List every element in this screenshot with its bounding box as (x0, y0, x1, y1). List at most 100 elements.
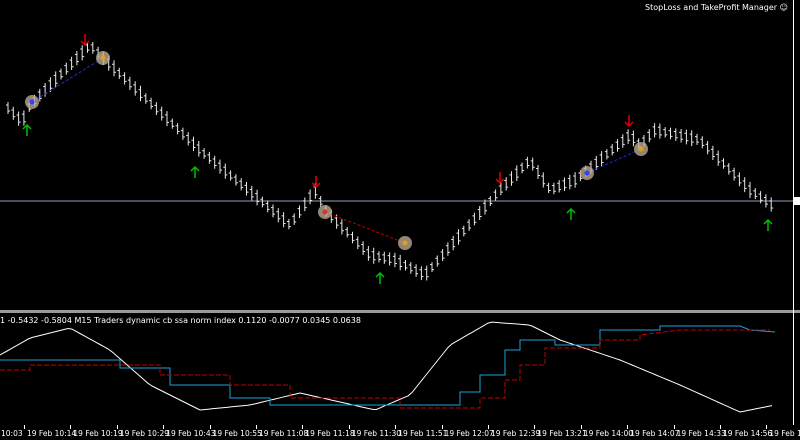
time-label: 19 Feb 14:07 (630, 429, 680, 438)
ohlc-bar (562, 177, 567, 191)
ohlc-bar (615, 139, 620, 152)
time-label: 19 Feb 12:07 (444, 429, 494, 438)
ohlc-bar (695, 133, 699, 145)
ohlc-bar (271, 204, 275, 218)
indicator-pane[interactable] (0, 313, 800, 425)
time-label: 19 Feb 11:51 (398, 429, 448, 438)
sell-arrow-icon (311, 176, 321, 189)
ohlc-bar (207, 151, 212, 164)
ohlc-bar (419, 266, 424, 281)
ohlc-bar (64, 62, 69, 75)
buy-arrow-icon (763, 218, 773, 231)
ohlc-bar (308, 189, 313, 205)
smiley-icon: ☺ (779, 3, 788, 12)
ohlc-bar (233, 174, 238, 186)
trade-marker-dot (322, 209, 328, 215)
ohlc-bar (726, 163, 731, 175)
ohlc-bar (414, 264, 419, 277)
ohlc-bar (536, 165, 540, 179)
buy-arrow-icon (566, 207, 576, 220)
time-label: 19 Feb 13:21 (537, 429, 587, 438)
ohlc-bar (551, 182, 556, 195)
ohlc-bar (679, 128, 684, 143)
ohlc-bar (16, 111, 21, 126)
indicator-header: 1 -0.5432 -0.5804 M15 Traders dynamic cb… (0, 316, 361, 325)
ohlc-bar (202, 148, 207, 159)
ohlc-bar (302, 197, 307, 212)
time-tick (116, 425, 118, 429)
ohlc-bar (721, 158, 726, 169)
time-label: 10:03 (1, 429, 23, 438)
time-label: 19 Feb 11:18 (305, 429, 355, 438)
time-tick (441, 425, 443, 429)
ohlc-bar (21, 110, 26, 126)
ohlc-bar (509, 171, 514, 186)
time-label: 19 Feb 11:30 (351, 429, 402, 438)
ohlc-bar (689, 130, 694, 147)
ohlc-bar (212, 155, 217, 169)
price-chart[interactable] (0, 0, 800, 310)
ohlc-bar (483, 199, 487, 215)
time-label: 19 Feb 12:39 (491, 429, 541, 438)
time-tick (720, 425, 721, 429)
trade-marker-dot (402, 240, 408, 246)
ohlc-bar (292, 213, 297, 225)
trade-marker-dot (638, 146, 644, 152)
ohlc-bar (260, 196, 265, 208)
ohlc-bar (440, 248, 445, 262)
ohlc-bar (286, 218, 291, 230)
time-tick (209, 425, 211, 429)
ohlc-bar (377, 251, 381, 263)
ohlc-bar (361, 241, 366, 255)
ohlc-bar (573, 172, 578, 188)
trade-marker-dot (584, 170, 590, 176)
ohlc-bar (435, 255, 440, 267)
ohlc-bar (59, 68, 63, 80)
time-tick (627, 425, 629, 429)
ohlc-bar (737, 172, 742, 187)
sell-arrow-icon (624, 115, 634, 128)
ohlc-bar (398, 254, 403, 271)
ohlc-bar (186, 132, 191, 146)
ohlc-bar (541, 172, 546, 188)
ohlc-bar (710, 145, 715, 161)
ohlc-bar (748, 182, 752, 198)
ohlc-bar (504, 177, 509, 191)
ohlc-bar (732, 167, 737, 181)
ohlc-bar (604, 149, 609, 160)
ohlc-bar (620, 134, 625, 148)
ohlc-bar (218, 159, 222, 174)
ohlc-bar (700, 136, 705, 149)
time-tick (70, 425, 72, 429)
time-tick (534, 425, 536, 429)
ohlc-bar (626, 129, 631, 144)
ohlc-bar (175, 123, 180, 135)
current-price-marker (794, 197, 800, 205)
ohlc-bar (408, 262, 413, 274)
ohlc-bar (69, 56, 74, 70)
time-label: 19 Feb 10:43 (166, 429, 216, 438)
ohlc-bar (249, 185, 254, 201)
ohlc-bar (43, 83, 48, 97)
ohlc-bar (557, 180, 562, 193)
ohlc-bar (191, 136, 196, 152)
ohlc-bar (387, 252, 392, 266)
ohlc-bar (430, 262, 434, 273)
sl-tp-manager-label[interactable]: StopLoss and TakeProfit Manager ☺ (645, 3, 788, 12)
ohlc-bar (228, 170, 233, 181)
ohlc-bar (742, 177, 747, 193)
ohlc-bar (74, 50, 79, 66)
time-label: 19 Feb 10:55 (212, 429, 262, 438)
time-label: 19 Feb 14:56 (723, 429, 773, 438)
ohlc-bar (392, 252, 397, 268)
ohlc-bar (546, 182, 551, 193)
time-tick (580, 425, 582, 429)
ohlc-bar (668, 127, 673, 140)
ohlc-bar (371, 247, 376, 264)
ohlc-bar (673, 128, 678, 141)
price-scale[interactable] (793, 0, 794, 425)
time-tick (766, 425, 768, 429)
ohlc-bar (382, 251, 387, 264)
time-label: 19 Feb 14:00 (583, 429, 634, 438)
time-tick (348, 425, 350, 429)
